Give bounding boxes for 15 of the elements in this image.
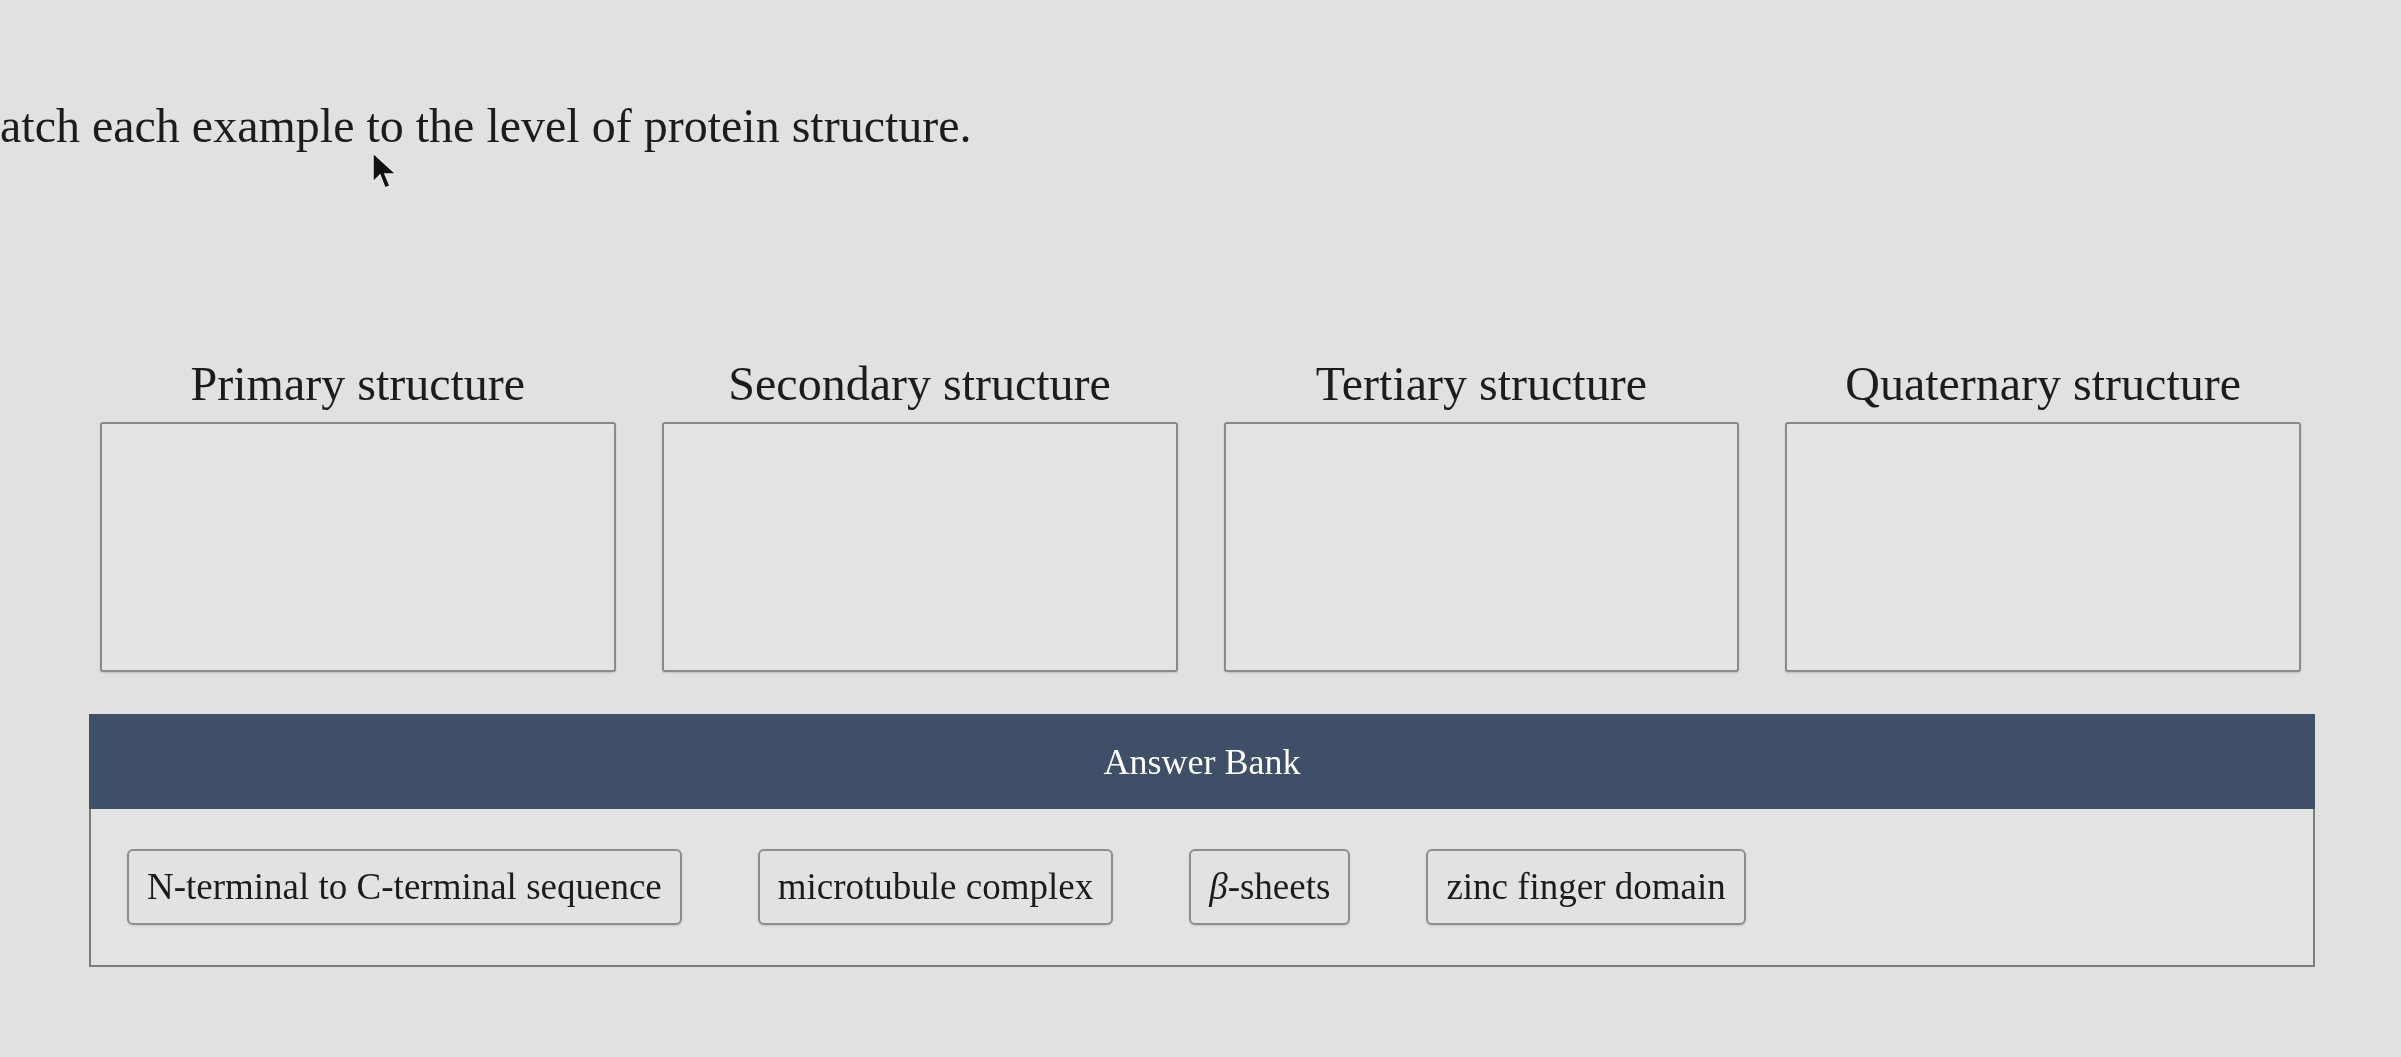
answer-option[interactable]: β-sheets xyxy=(1189,849,1351,925)
mouse-pointer-icon xyxy=(372,152,398,190)
answer-option[interactable]: zinc finger domain xyxy=(1426,849,1746,925)
drop-zone[interactable] xyxy=(661,422,1178,672)
instruction-text: atch each example to the level of protein structure. xyxy=(0,98,972,154)
category-heading: Quaternary structure xyxy=(1845,356,2242,412)
drop-zone[interactable] xyxy=(100,422,616,672)
answer-option[interactable]: N-terminal to C-terminal sequence xyxy=(127,849,682,925)
category-heading: Primary structure xyxy=(190,356,526,412)
drop-zone[interactable] xyxy=(1785,422,2301,672)
category-heading: Tertiary structure xyxy=(1315,356,1647,412)
category-heading: Secondary structure xyxy=(728,356,1111,412)
answer-bank-header: Answer Bank xyxy=(89,714,2315,809)
drop-zone[interactable] xyxy=(1223,422,1740,672)
answer-option[interactable]: microtubule complex xyxy=(757,849,1114,925)
